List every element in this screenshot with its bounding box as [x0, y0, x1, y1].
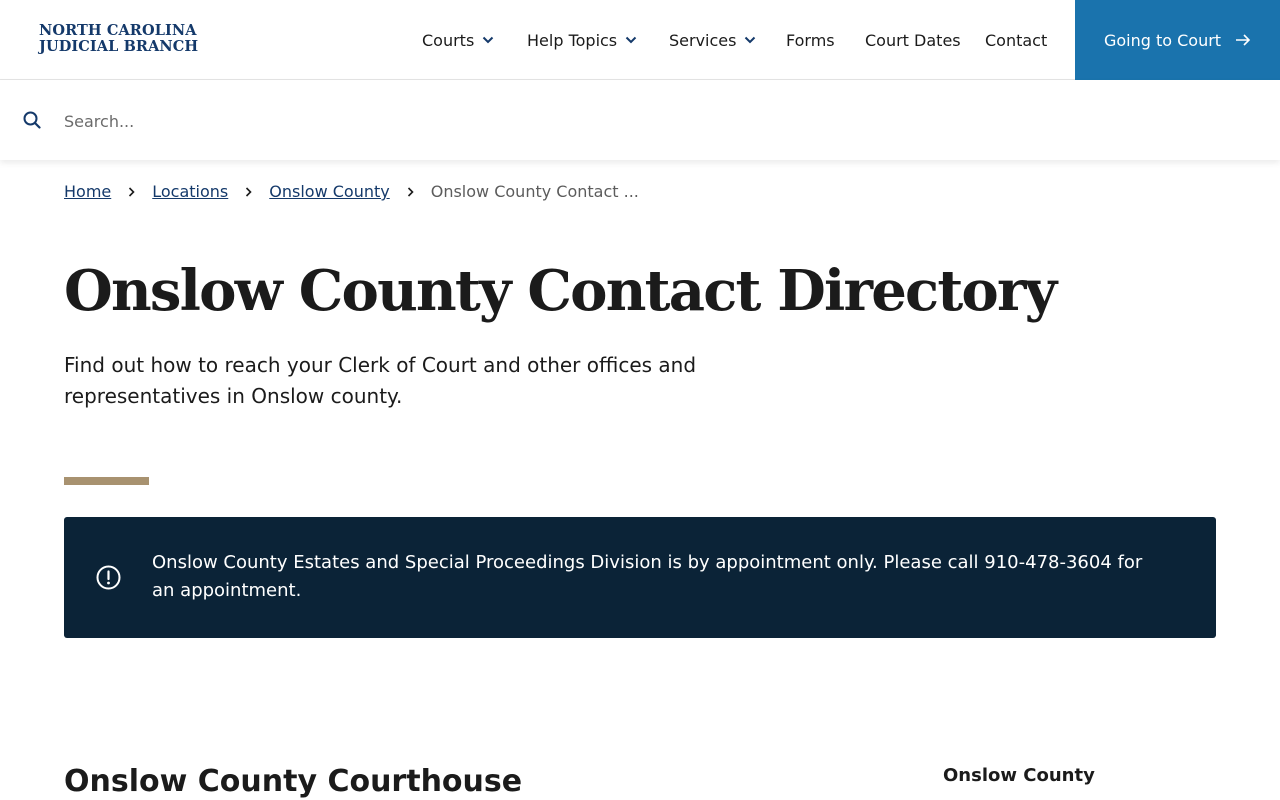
chevron-right-icon — [128, 186, 135, 197]
logo-line-1: NORTH CAROLINA — [39, 22, 197, 39]
page-intro: Find out how to reach your Clerk of Cour… — [64, 353, 697, 408]
alert-text: Onslow County Estates and Special Procee… — [152, 552, 1143, 601]
chevron-down-icon — [482, 36, 494, 44]
page-title: Onslow County Contact Directory — [64, 258, 1057, 324]
breadcrumb-home-link[interactable]: Home — [64, 182, 111, 201]
alert-circle-icon — [96, 565, 121, 590]
going-to-court-button[interactable]: Going to Court — [1075, 0, 1280, 80]
nav-contact[interactable]: Contact — [985, 0, 1047, 80]
search-icon[interactable] — [23, 111, 41, 129]
going-to-court-label: Going to Court — [1103, 30, 1222, 50]
nav-court-dates-label: Court Dates — [865, 30, 961, 50]
chevron-right-icon — [407, 186, 414, 197]
nav-courts-label: Courts — [422, 30, 475, 50]
alert-banner: Onslow County Estates and Special Procee… — [64, 517, 1216, 638]
nav-services-label: Services — [669, 30, 737, 50]
breadcrumb-current: Onslow County Contact ... — [430, 182, 639, 201]
search-input[interactable] — [64, 100, 1244, 142]
nav-services[interactable]: Services — [669, 0, 756, 80]
logo-line-2: JUDICIAL BRANCH — [39, 38, 199, 55]
chevron-right-icon — [245, 186, 252, 197]
site-logo[interactable]: NORTH CAROLINA JUDICIAL BRANCH — [39, 23, 198, 55]
accent-divider — [64, 477, 149, 485]
sidebar-heading: Onslow County — [943, 765, 1095, 786]
breadcrumb-onslow-county-link[interactable]: Onslow County — [269, 182, 389, 201]
nav-court-dates[interactable]: Court Dates — [865, 0, 961, 80]
nav-forms[interactable]: Forms — [786, 0, 835, 80]
nav-help-topics-label: Help Topics — [527, 30, 618, 50]
nav-contact-label: Contact — [985, 30, 1048, 50]
site-header: NORTH CAROLINA JUDICIAL BRANCH Courts He… — [0, 0, 1280, 80]
nav-courts[interactable]: Courts — [422, 0, 494, 80]
breadcrumb: Home Locations Onslow County Onslow Coun… — [64, 182, 639, 201]
arrow-right-icon — [1235, 34, 1251, 46]
chevron-down-icon — [744, 36, 756, 44]
nav-help-topics[interactable]: Help Topics — [527, 0, 637, 80]
breadcrumb-locations-link[interactable]: Locations — [152, 182, 228, 201]
nav-forms-label: Forms — [786, 30, 835, 50]
section-title: Onslow County Courthouse — [64, 764, 523, 799]
chevron-down-icon — [625, 36, 637, 44]
